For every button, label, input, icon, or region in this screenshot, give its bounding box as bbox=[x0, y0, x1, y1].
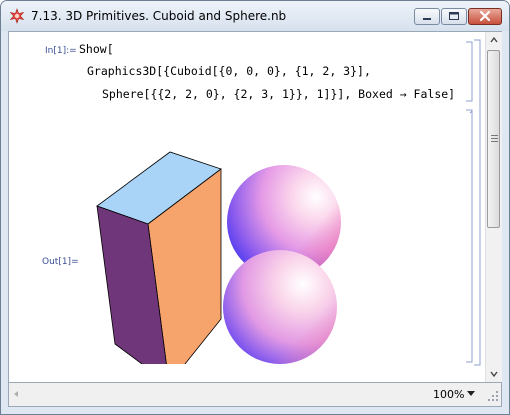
input-code-line-3[interactable]: Sphere[{{2, 2, 0}, {2, 3, 1}}, 1]}], Box… bbox=[102, 87, 455, 101]
close-icon bbox=[479, 10, 491, 22]
input-code-line-1[interactable]: Show[ bbox=[79, 42, 114, 56]
sphere-front bbox=[223, 250, 337, 364]
output-cell-label: Out[1]= bbox=[42, 257, 79, 267]
minimize-button[interactable] bbox=[414, 8, 440, 25]
status-bar: 100% bbox=[8, 383, 502, 407]
scroll-down-arrow-icon[interactable] bbox=[486, 366, 502, 382]
input-code-line-2[interactable]: Graphics3D[{Cuboid[{0, 0, 0}, {1, 2, 3}]… bbox=[87, 64, 371, 78]
maximize-icon bbox=[449, 12, 459, 20]
zoom-level: 100% bbox=[433, 388, 465, 401]
maximize-button[interactable] bbox=[441, 8, 467, 25]
scroll-left-arrow-icon[interactable] bbox=[11, 389, 21, 399]
title-bar[interactable]: 7.13. 3D Primitives. Cuboid and Sphere.n… bbox=[1, 1, 509, 31]
vertical-scrollbar[interactable] bbox=[485, 32, 502, 382]
resize-grip-icon[interactable] bbox=[487, 390, 499, 402]
input-cell-label: In[1]:= bbox=[45, 46, 77, 56]
window-title: 7.13. 3D Primitives. Cuboid and Sphere.n… bbox=[31, 9, 287, 23]
close-button[interactable] bbox=[468, 8, 502, 25]
graphics3d-output[interactable] bbox=[85, 119, 365, 364]
scroll-up-arrow-icon[interactable] bbox=[486, 32, 502, 48]
zoom-dropdown-arrow-icon bbox=[467, 391, 475, 396]
notebook-content[interactable]: In[1]:= Show[ Graphics3D[{Cuboid[{0, 0, … bbox=[8, 31, 502, 383]
zoom-menu[interactable]: 100% bbox=[427, 386, 483, 403]
notebook-window: 7.13. 3D Primitives. Cuboid and Sphere.n… bbox=[0, 0, 510, 415]
minimize-icon bbox=[423, 18, 431, 20]
scrollbar-thumb[interactable] bbox=[487, 50, 500, 228]
grip-icon bbox=[491, 135, 498, 142]
mathematica-star-icon bbox=[9, 8, 25, 24]
group-cell-bracket[interactable] bbox=[473, 39, 483, 367]
